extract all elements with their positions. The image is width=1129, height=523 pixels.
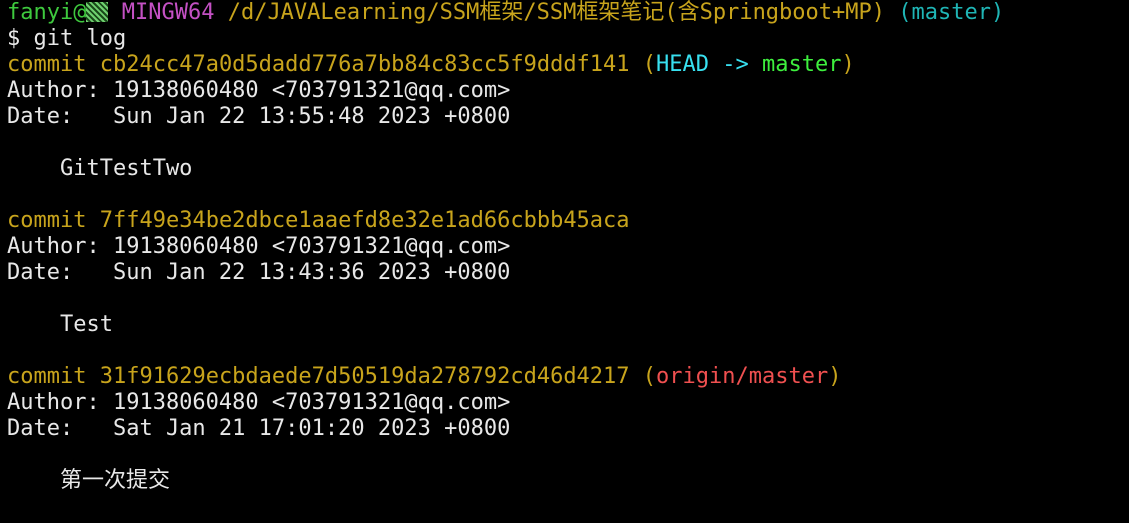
commit-date: Date: Sun Jan 22 13:43:36 2023 +0800 bbox=[7, 260, 511, 285]
ref-close-paren: ) bbox=[828, 364, 842, 389]
commit-header: commit 31f91629ecbdaede7d50519da278792cd… bbox=[7, 364, 1129, 390]
commit-message: GitTestTwo bbox=[7, 156, 193, 181]
commit-keyword: commit bbox=[7, 364, 87, 389]
commit-keyword: commit bbox=[7, 208, 87, 233]
commit-header: commit cb24cc47a0d5dadd776a7bb84c83cc5f9… bbox=[7, 52, 1129, 78]
commit-hash: 31f91629ecbdaede7d50519da278792cd46d4217 bbox=[99, 364, 630, 389]
commit-hash: 7ff49e34be2dbce1aaefd8e32e1ad66cbbb45aca bbox=[99, 208, 630, 233]
ref-open-paren: ( bbox=[642, 52, 657, 77]
shell-prompt: fanyi@ MINGW64 /d/JAVALearning/SSM框架/SSM… bbox=[7, 0, 1129, 26]
git-bash-terminal[interactable]: fanyi@ MINGW64 /d/JAVALearning/SSM框架/SSM… bbox=[0, 0, 1129, 523]
commit-author: Author: 19138060480 <703791321@qq.com> bbox=[7, 78, 511, 103]
commit-keyword: commit bbox=[7, 52, 87, 77]
commit-date: Date: Sat Jan 21 17:01:20 2023 +0800 bbox=[7, 416, 511, 441]
ref-open-paren: ( bbox=[642, 364, 657, 389]
commit-author: Author: 19138060480 <703791321@qq.com> bbox=[7, 234, 511, 259]
commit-header: commit 7ff49e34be2dbce1aaefd8e32e1ad66cb… bbox=[7, 208, 1129, 234]
command-line: $ git log bbox=[7, 26, 127, 51]
ref-local-branch: master bbox=[762, 52, 842, 77]
prompt-user-host: fanyi@ bbox=[7, 0, 87, 25]
commit-hash: cb24cc47a0d5dadd776a7bb84c83cc5f9dddf141 bbox=[99, 52, 630, 77]
ref-remote-branch: origin/master bbox=[656, 364, 829, 389]
commit-date: Date: Sun Jan 22 13:55:48 2023 +0800 bbox=[7, 104, 511, 129]
prompt-branch: (master) bbox=[898, 0, 1005, 25]
commit-message: Test bbox=[7, 312, 113, 337]
commit-message: 第一次提交 bbox=[7, 468, 170, 493]
prompt-path: /d/JAVALearning/SSM框架/SSM框架笔记(含Springboo… bbox=[227, 0, 886, 25]
redacted-hostname-block bbox=[86, 2, 109, 22]
ref-close-paren: ) bbox=[841, 52, 855, 77]
commit-author: Author: 19138060480 <703791321@qq.com> bbox=[7, 390, 511, 415]
ref-head: HEAD -> bbox=[656, 52, 763, 77]
prompt-system: MINGW64 bbox=[121, 0, 215, 25]
